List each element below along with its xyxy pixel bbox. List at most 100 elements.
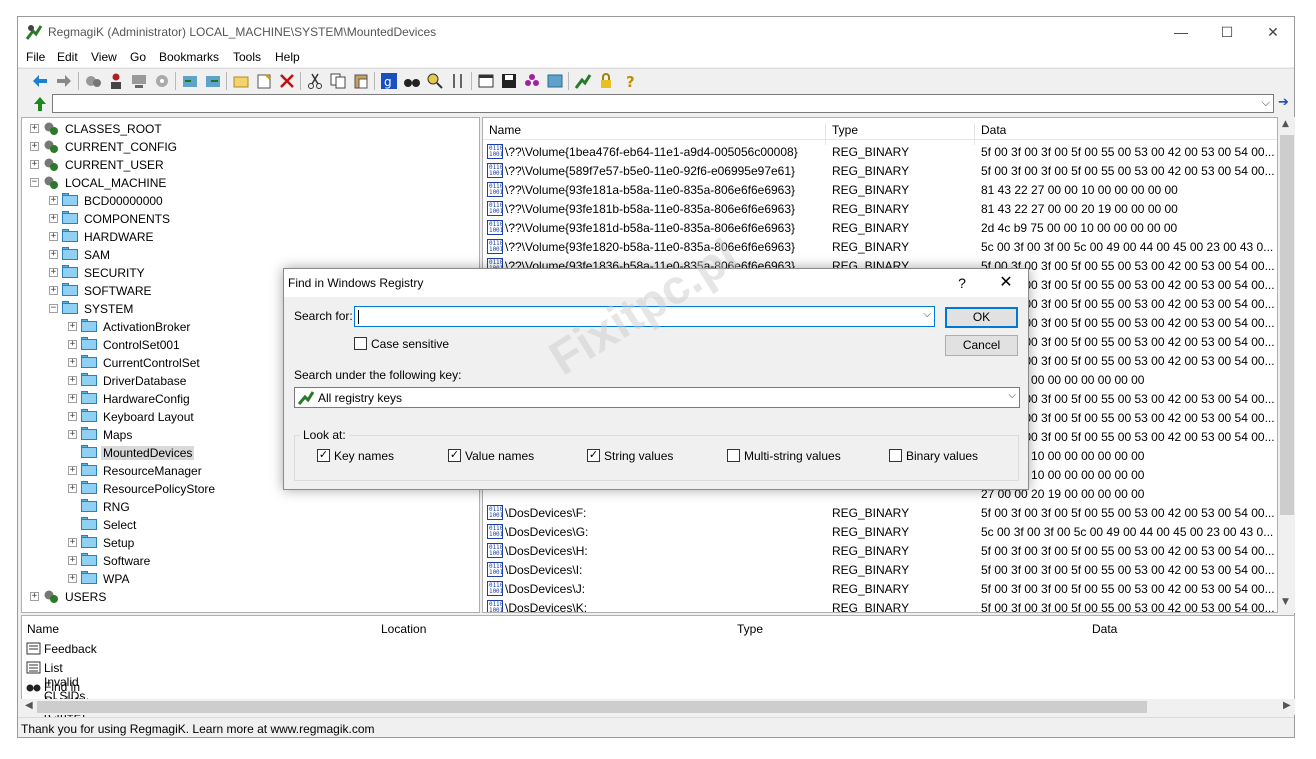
copy-icon[interactable] [329,72,347,90]
expand-icon[interactable]: + [49,286,58,295]
expand-icon[interactable]: + [68,484,77,493]
ok-button[interactable]: OK [945,307,1018,328]
lock-icon[interactable] [597,72,615,90]
expand-icon[interactable]: + [49,268,58,277]
bottom-column-type[interactable]: Type [737,622,763,636]
expand-icon[interactable]: + [68,394,77,403]
zoom-icon[interactable] [426,72,444,90]
menu-help[interactable]: Help [275,50,300,64]
minimize-button[interactable]: — [1158,17,1204,47]
cancel-button[interactable]: Cancel [945,335,1018,356]
expand-icon[interactable]: + [68,358,77,367]
expand-icon[interactable]: + [68,412,77,421]
bottom-horizontal-scrollbar[interactable]: ◀ ▶ [21,699,1295,715]
save-icon[interactable] [500,72,518,90]
export-icon[interactable] [204,72,222,90]
key-dropdown-icon[interactable]: ⌵ [1008,390,1016,401]
scroll-left-icon[interactable]: ◀ [25,700,33,711]
address-dropdown-icon[interactable]: ⌵ [1262,96,1270,110]
address-input[interactable]: ⌵ [52,94,1274,113]
column-name-header[interactable]: Name [489,123,521,137]
scroll-right-icon[interactable]: ▶ [1283,700,1291,711]
expand-icon[interactable]: + [68,574,77,583]
computer-icon[interactable] [130,72,148,90]
column-type-header[interactable]: Type [832,123,858,137]
go-arrow-icon[interactable]: ➔ [1278,95,1289,110]
dialog-close-button[interactable]: ✕ [990,271,1022,295]
case-sensitive-box[interactable] [354,337,367,350]
expand-icon[interactable]: + [68,466,77,475]
sort-icon[interactable] [449,72,467,90]
menu-go[interactable]: Go [130,50,146,64]
table-row[interactable]: 01 10 10 01 \DosDevices\F: REG_BINARY 5f 00 3f… [483,503,1275,522]
table-row[interactable]: 01 10 10 01 \DosDevices\G: REG_BINARY 5c 00 3f… [483,522,1273,541]
expand-icon[interactable]: + [30,592,39,601]
menu-bookmarks[interactable]: Bookmarks [159,50,219,64]
key-names-box[interactable]: ✓ [317,449,330,462]
expand-icon[interactable]: + [68,340,77,349]
new-key-icon[interactable] [232,72,250,90]
bottom-scroll-thumb[interactable] [37,701,1147,713]
menu-file[interactable]: File [26,50,45,64]
expand-icon[interactable]: + [30,160,39,169]
image-icon[interactable] [546,72,564,90]
list-scrollbar[interactable]: ▲ ▼ [1279,117,1295,613]
table-row[interactable]: 01 10 10 01 \??\Volume{93fe1820-b58a-11e0-83… [483,237,1273,256]
up-arrow-icon[interactable] [33,96,47,112]
user-icon[interactable] [107,72,125,90]
scroll-up-icon[interactable]: ▲ [1282,119,1289,129]
find-binoculars-icon[interactable] [403,72,421,90]
expand-icon[interactable]: + [49,250,58,259]
column-data-header[interactable]: Data [981,123,1006,137]
table-row[interactable]: 01 10 10 01 \DosDevices\K: REG_BINARY 5f 00 3f… [483,598,1275,612]
string-values-box[interactable]: ✓ [587,449,600,462]
bottom-column-name[interactable]: Name [27,622,59,636]
expand-icon[interactable]: + [68,538,77,547]
registry-key-select[interactable]: All registry keys ⌵ [294,387,1020,408]
table-row[interactable]: 01 10 10 01 \DosDevices\I: REG_BINARY 5f 00 3f… [483,560,1275,579]
regmagik-icon[interactable] [574,72,592,90]
settings-icon[interactable] [153,72,171,90]
binary-values-box[interactable] [889,449,902,462]
table-row[interactable]: 01 10 10 01 \DosDevices\J: REG_BINARY 5f 00 3f… [483,579,1275,598]
properties-icon[interactable] [477,72,495,90]
bottom-column-data[interactable]: Data [1092,622,1117,636]
back-arrow-icon[interactable] [31,72,49,90]
table-row[interactable]: 01 10 10 01 \??\Volume{93fe181a-b58a-11e0-83… [483,180,1273,199]
expand-icon[interactable]: + [68,322,77,331]
close-button[interactable]: ✕ [1250,17,1296,47]
flower-icon[interactable] [523,72,541,90]
menu-view[interactable]: View [91,50,117,64]
table-row[interactable]: 01 10 10 01 \??\Volume{93fe181b-b58a-11e0-83… [483,199,1273,218]
expand-icon[interactable]: + [49,232,58,241]
gears-icon[interactable] [84,72,102,90]
table-row[interactable]: 01 10 10 01 \??\Volume{93fe181d-b58a-11e0-83… [483,218,1273,237]
list-scroll-thumb[interactable] [1280,135,1294,515]
maximize-button[interactable]: ☐ [1204,17,1250,47]
menu-tools[interactable]: Tools [233,50,261,64]
cut-icon[interactable] [306,72,324,90]
expand-icon[interactable]: + [68,430,77,439]
expand-icon[interactable]: + [68,556,77,565]
multi-string-values-box[interactable] [727,449,740,462]
paste-icon[interactable] [352,72,370,90]
bottom-column-location[interactable]: Location [381,622,426,636]
expand-icon[interactable]: + [30,142,39,151]
table-row[interactable]: 01 10 10 01 \??\Volume{1bea476f-eb64-11e1-a9… [483,142,1275,161]
help-icon[interactable]: ? [622,72,640,90]
collapse-icon[interactable]: − [49,304,58,313]
scroll-down-icon[interactable]: ▼ [1282,597,1289,607]
expand-icon[interactable]: + [49,214,58,223]
value-names-box[interactable]: ✓ [448,449,461,462]
import-icon[interactable] [181,72,199,90]
table-row[interactable]: 01 10 10 01 \DosDevices\H: REG_BINARY 5f 00 3f… [483,541,1275,560]
menu-edit[interactable]: Edit [57,50,78,64]
forward-arrow-icon[interactable] [55,72,73,90]
google-search-icon[interactable]: g [380,72,398,90]
search-dropdown-icon[interactable]: ⌵ [923,309,931,320]
table-row[interactable]: 01 10 10 01 \??\Volume{589f7e57-b5e0-11e0-92… [483,161,1275,180]
expand-icon[interactable]: + [68,376,77,385]
expand-icon[interactable]: + [49,196,58,205]
dialog-help-button[interactable]: ? [952,273,972,293]
new-value-icon[interactable] [255,72,273,90]
